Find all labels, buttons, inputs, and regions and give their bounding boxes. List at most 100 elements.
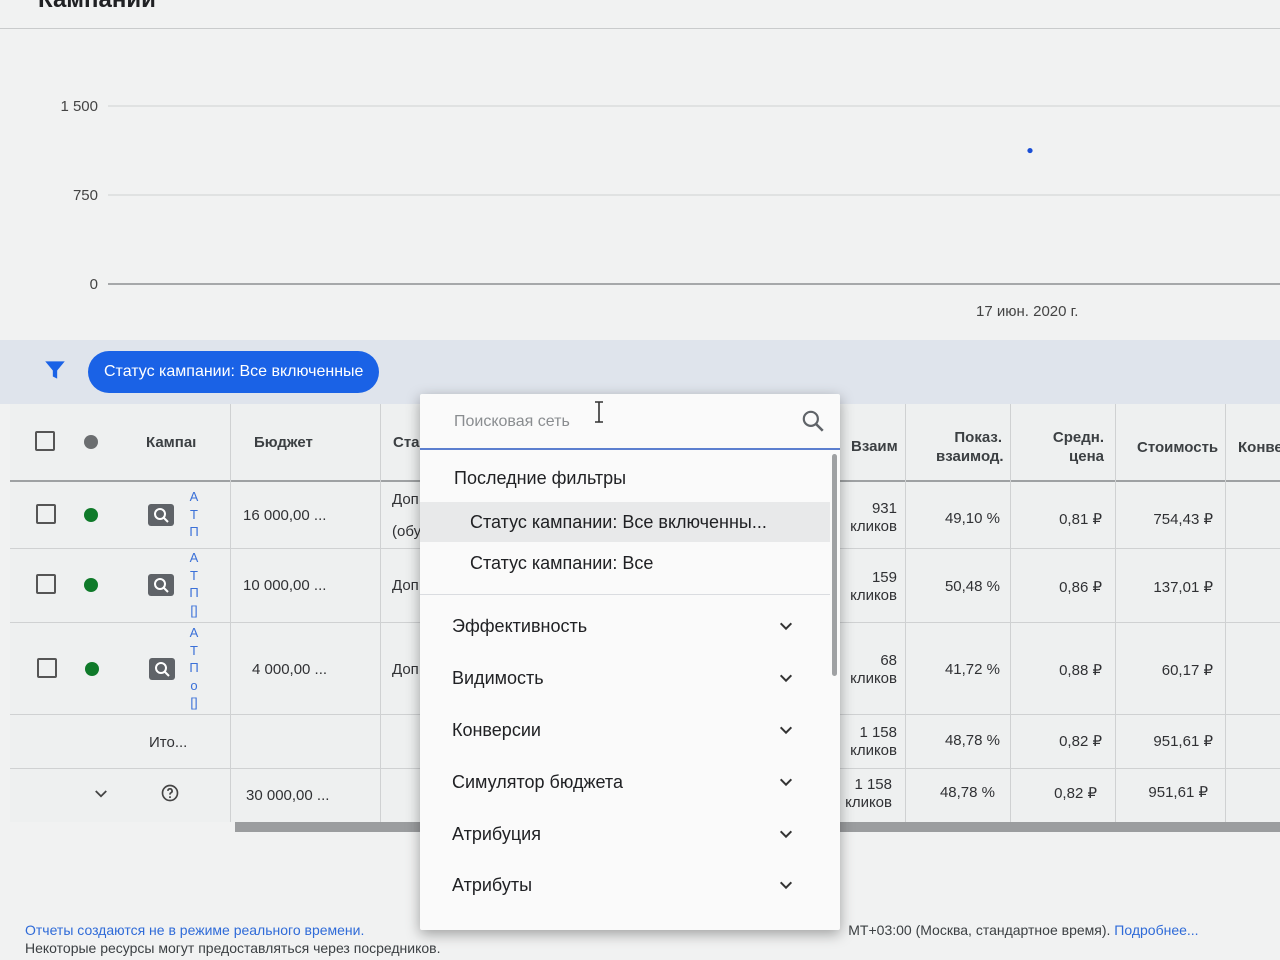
status-enabled-dot: [85, 662, 99, 676]
header-avg-cost-line2[interactable]: цена: [1044, 448, 1104, 465]
learn-more-link[interactable]: Подробнее...: [1114, 922, 1198, 938]
row-checkbox[interactable]: [36, 574, 56, 594]
cost-value: 754,43 ₽: [1153, 511, 1213, 528]
row-checkbox[interactable]: [37, 658, 57, 678]
chevron-down-icon: [779, 674, 793, 683]
cost-value: 60,17 ₽: [1161, 662, 1213, 679]
category-attribution[interactable]: Атрибуция: [420, 809, 830, 859]
header-interaction-rate-line1[interactable]: Показ.: [936, 429, 1002, 446]
header-budget[interactable]: Бюджет: [254, 434, 313, 451]
search-campaign-icon: [148, 574, 174, 596]
budget-value[interactable]: 16 000,00 ...: [243, 507, 326, 524]
recent-filter-item[interactable]: Статус кампании: Все: [420, 543, 830, 583]
budget-value[interactable]: 10 000,00 ...: [243, 577, 326, 594]
campaign-name-link[interactable]: А Т П[]: [188, 549, 200, 619]
avg-cost-value: 0,81 ₽: [1059, 511, 1102, 528]
column-divider: [905, 404, 906, 822]
avg-cost-value: 0,88 ₽: [1059, 662, 1102, 679]
dropdown-divider: [420, 594, 830, 595]
column-divider: [1115, 404, 1116, 822]
avg-cost-value: 0,86 ₽: [1059, 579, 1102, 596]
recent-filter-item[interactable]: Статус кампании: Все включенны...: [420, 502, 830, 542]
cost-value: 137,01 ₽: [1153, 579, 1213, 596]
grand-total-interactions-unit: кликов: [845, 794, 892, 811]
grand-total-interaction-rate: 48,78 %: [939, 784, 995, 801]
y-tick-label: 1 500: [60, 98, 98, 115]
interactions-unit: кликов: [850, 587, 897, 604]
interactions-unit: кликов: [850, 518, 897, 535]
category-attributes[interactable]: Атрибуты: [420, 860, 830, 910]
select-all-checkbox[interactable]: [35, 431, 55, 451]
column-divider: [230, 404, 231, 822]
filter-search-box: [420, 394, 840, 450]
total-interactions-unit: кликов: [850, 742, 897, 759]
row-checkbox[interactable]: [36, 504, 56, 524]
category-performance[interactable]: Эффективность: [420, 601, 830, 651]
chevron-down-icon: [779, 881, 793, 890]
filter-dropdown: Последние фильтры Статус кампании: Все в…: [420, 394, 840, 930]
filter-icon[interactable]: [42, 357, 68, 383]
category-conversions[interactable]: Конверсии: [420, 705, 830, 755]
header-conversions[interactable]: Конве: [1238, 439, 1280, 456]
text-cursor-icon: [595, 401, 603, 423]
chart-data-point[interactable]: [1027, 147, 1033, 154]
filter-search-input[interactable]: [454, 408, 774, 436]
header-interactions[interactable]: Взаим: [851, 438, 898, 455]
column-divider: [1010, 404, 1011, 822]
header-avg-cost-line1[interactable]: Средн.: [1044, 429, 1104, 446]
page-title: Кампании: [38, 0, 156, 14]
status-enabled-dot: [84, 578, 98, 592]
interactions-count: 931: [871, 500, 897, 517]
status-enabled-dot: [84, 508, 98, 522]
grand-total-cost: 951,61 ₽: [1148, 784, 1208, 801]
interaction-rate-value: 41,72 %: [944, 661, 1000, 678]
total-avg-cost: 0,82 ₽: [1059, 733, 1102, 750]
recent-filters-title: Последние фильтры: [454, 468, 627, 488]
chevron-down-icon: [779, 778, 793, 787]
footer-intermediaries-note: Некоторые ресурсы могут предоставляться …: [25, 940, 441, 956]
header-interaction-rate-line2[interactable]: взаимод.: [936, 448, 1004, 465]
header-cost[interactable]: Стоимость: [1137, 439, 1218, 456]
total-label: Ито...: [149, 734, 188, 751]
interactions-count: 68: [880, 652, 897, 669]
status-value: Доп: [392, 661, 419, 678]
category-budget-simulator[interactable]: Симулятор бюджета: [420, 757, 830, 807]
status-header-icon: [84, 435, 98, 449]
grand-total-avg-cost: 0,82 ₽: [1054, 785, 1097, 802]
y-tick-label: 0: [90, 276, 98, 293]
help-icon[interactable]: [160, 783, 180, 803]
search-icon[interactable]: [800, 408, 826, 434]
grand-total-budget: 30 000,00 ...: [246, 787, 330, 804]
grand-total-interactions-count: 1 158: [854, 776, 892, 793]
campaign-name-link[interactable]: А Т По[]: [188, 624, 200, 712]
total-interaction-rate: 48,78 %: [944, 732, 1000, 749]
header-status[interactable]: Ста: [393, 434, 420, 451]
total-interactions-count: 1 158: [859, 724, 897, 741]
x-tick-label: 17 июн. 2020 г.: [976, 303, 1078, 320]
header-divider: [0, 28, 1280, 29]
header-campaign[interactable]: Кампаı: [146, 434, 196, 451]
budget-value[interactable]: 4 000,00 ...: [252, 661, 327, 678]
column-divider: [1225, 404, 1226, 822]
performance-chart: 1 500 750 0 17 июн. 2020 г.: [60, 98, 1280, 320]
status-value-line2: (обу: [392, 523, 422, 540]
search-campaign-icon: [149, 658, 175, 680]
interaction-rate-value: 50,48 %: [944, 578, 1000, 595]
chevron-down-icon: [779, 622, 793, 631]
interaction-rate-value: 49,10 %: [944, 510, 1000, 527]
interactions-unit: кликов: [850, 670, 897, 687]
category-visibility[interactable]: Видимость: [420, 653, 830, 703]
status-value: Доп: [392, 577, 419, 594]
y-tick-label: 750: [73, 187, 98, 204]
column-divider: [380, 404, 381, 822]
chevron-down-icon: [779, 830, 793, 839]
interactions-count: 159: [871, 569, 897, 586]
chevron-down-icon[interactable]: [92, 785, 110, 803]
campaign-status-filter-chip[interactable]: Статус кампании: Все включенные: [88, 351, 380, 393]
dropdown-scrollbar[interactable]: [832, 454, 837, 676]
chevron-down-icon: [779, 726, 793, 735]
total-cost: 951,61 ₽: [1153, 733, 1213, 750]
campaign-name-link[interactable]: АТП: [188, 488, 200, 541]
search-campaign-icon: [148, 504, 174, 526]
status-value: Доп: [392, 491, 419, 508]
